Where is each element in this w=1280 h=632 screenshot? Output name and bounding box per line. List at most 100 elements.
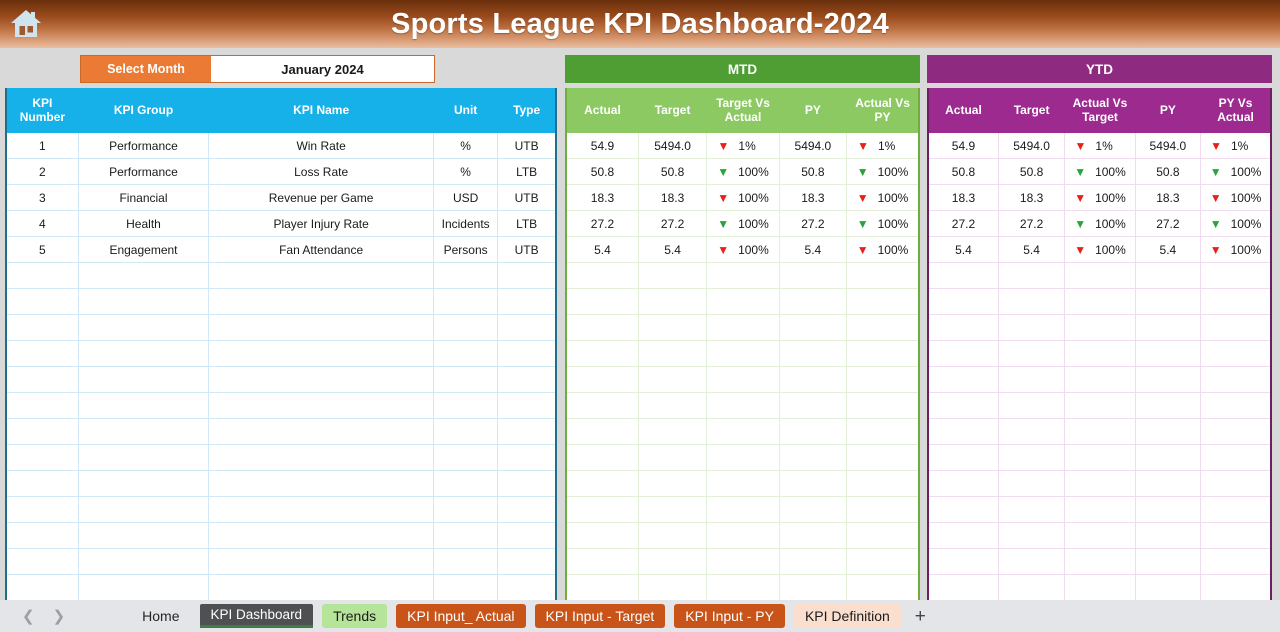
comparison-wrap: ▼ 100% xyxy=(1067,165,1132,179)
add-sheet-button[interactable]: + xyxy=(901,607,940,626)
empty-cell xyxy=(927,340,999,367)
empty-cell xyxy=(1134,470,1202,497)
arrow-down-icon: ▼ xyxy=(717,216,730,231)
cell-py: 27.2 xyxy=(1134,210,1202,237)
comparison-wrap: ▼ 1% xyxy=(1067,139,1132,153)
dashboard-app: Sports League KPI Dashboard-2024 Select … xyxy=(0,0,1280,632)
empty-cell xyxy=(497,470,557,497)
table-row-empty xyxy=(927,288,1272,315)
home-icon[interactable] xyxy=(8,6,44,40)
chevron-right-icon[interactable]: ❯ xyxy=(53,607,66,625)
comparison-cell: ▼ 100% xyxy=(706,184,780,211)
table-row-empty xyxy=(565,262,920,289)
cell-py: 5494.0 xyxy=(1134,132,1202,159)
empty-cell xyxy=(5,574,79,601)
table-row-empty xyxy=(5,496,557,523)
empty-cell xyxy=(927,444,999,471)
col-header-ytd-4: PY xyxy=(1134,88,1202,133)
empty-cell xyxy=(1064,288,1136,315)
chevron-left-icon[interactable]: ❮ xyxy=(22,607,35,625)
comparison-cell: ▼ 100% xyxy=(706,158,780,185)
empty-cell xyxy=(77,548,210,575)
empty-cell xyxy=(927,366,999,393)
grid-area: KPI Number KPI Group KPI Name Unit Type 1 Per… xyxy=(0,88,1280,601)
cell-num: 2 xyxy=(5,158,79,185)
table-row: 54.9 5494.0 ▼ 1% 5494.0 ▼ 1% xyxy=(927,132,1272,159)
table-row-empty xyxy=(5,340,557,367)
empty-cell xyxy=(637,366,708,393)
arrow-down-icon: ▼ xyxy=(1209,216,1222,231)
cell-py: 18.3 xyxy=(1134,184,1202,211)
empty-cell xyxy=(5,288,79,315)
comparison-cell: ▼ 1% xyxy=(1064,132,1136,159)
sheet-nav-arrows: ❮ ❯ xyxy=(0,607,83,625)
empty-cell xyxy=(1200,392,1272,419)
empty-cell xyxy=(846,392,920,419)
empty-cell xyxy=(846,548,920,575)
empty-cell xyxy=(565,574,639,601)
empty-cell xyxy=(1134,522,1202,549)
empty-cell xyxy=(77,444,210,471)
empty-cell xyxy=(433,340,499,367)
mtd-table: Actual Target Target Vs Actual PY Actual Vs … xyxy=(565,88,920,601)
empty-cell xyxy=(5,470,79,497)
comparison-wrap: ▼ 100% xyxy=(849,217,916,231)
arrow-down-icon: ▼ xyxy=(717,164,730,179)
comparison-wrap: ▼ 1% xyxy=(849,139,916,153)
empty-cell xyxy=(5,522,79,549)
col-header-4: Unit xyxy=(433,88,499,133)
sheet-tab-kpi-input-actual[interactable]: KPI Input_ Actual xyxy=(396,604,526,628)
empty-cell xyxy=(1200,262,1272,289)
sheet-tab-kpi-input-target[interactable]: KPI Input - Target xyxy=(534,604,666,628)
comparison-cell: ▼ 1% xyxy=(1200,132,1272,159)
col-header-ytd-1: Actual xyxy=(927,88,999,133)
select-month-label: Select Month xyxy=(81,56,211,82)
cell-py: 18.3 xyxy=(778,184,848,211)
empty-cell xyxy=(77,470,210,497)
empty-cell xyxy=(846,262,920,289)
cell-py: 5494.0 xyxy=(778,132,848,159)
sheet-tab-kpi-input-py[interactable]: KPI Input - PY xyxy=(674,604,785,628)
select-month-control[interactable]: Select Month January 2024 xyxy=(80,55,435,83)
cell-target: 5.4 xyxy=(997,236,1066,263)
select-month-value[interactable]: January 2024 xyxy=(211,56,434,82)
table-row-empty xyxy=(927,548,1272,575)
comparison-value: 100% xyxy=(1230,190,1262,205)
comparison-value: 100% xyxy=(877,190,909,205)
empty-cell xyxy=(637,340,708,367)
empty-cell xyxy=(846,496,920,523)
comparison-value: 100% xyxy=(1230,242,1262,257)
cell-group: Financial xyxy=(77,184,210,211)
empty-cell xyxy=(997,574,1066,601)
sheet-tab-kpi-dashboard[interactable]: KPI Dashboard xyxy=(199,604,314,628)
empty-cell xyxy=(1200,288,1272,315)
cell-type: UTB xyxy=(497,236,557,263)
empty-cell xyxy=(497,418,557,445)
empty-cell xyxy=(927,574,999,601)
empty-cell xyxy=(1134,392,1202,419)
comparison-cell: ▼ 100% xyxy=(846,236,920,263)
cell-num: 4 xyxy=(5,210,79,237)
empty-cell xyxy=(433,418,499,445)
empty-cell xyxy=(1064,366,1136,393)
cell-actual: 18.3 xyxy=(565,184,639,211)
sheet-tab-trends[interactable]: Trends xyxy=(322,604,388,628)
title-bar: Sports League KPI Dashboard-2024 xyxy=(0,0,1280,48)
cell-actual: 50.8 xyxy=(565,158,639,185)
cell-name: Fan Attendance xyxy=(208,236,435,263)
empty-cell xyxy=(706,522,780,549)
comparison-cell: ▼ 100% xyxy=(1064,236,1136,263)
col-header-mtd-4: PY xyxy=(778,88,848,133)
empty-cell xyxy=(706,418,780,445)
table-row: 27.2 27.2 ▼ 100% 27.2 ▼ 100% xyxy=(927,210,1272,237)
col-header-2: KPI Group xyxy=(77,88,210,133)
cell-num: 3 xyxy=(5,184,79,211)
empty-cell xyxy=(1200,496,1272,523)
comparison-wrap: ▼ 100% xyxy=(1203,217,1268,231)
sheet-tab-home[interactable]: Home xyxy=(131,604,190,628)
empty-cell xyxy=(77,522,210,549)
table-row: 5.4 5.4 ▼ 100% 5.4 ▼ 100% xyxy=(927,236,1272,263)
empty-cell xyxy=(1134,314,1202,341)
sheet-tab-kpi-definition[interactable]: KPI Definition xyxy=(793,604,901,628)
empty-cell xyxy=(637,418,708,445)
